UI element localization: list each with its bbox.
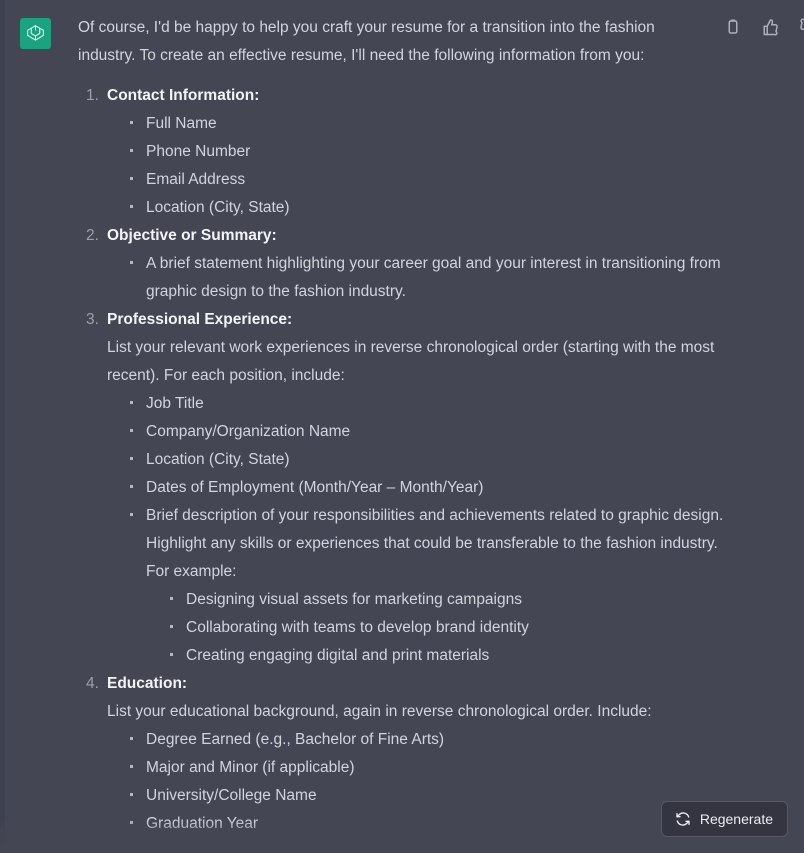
list-item: Location (City, State) bbox=[128, 446, 734, 474]
list-item: Email Address bbox=[128, 166, 734, 194]
bullet-text: Designing visual assets for marketing ca… bbox=[186, 591, 522, 608]
list-item: Graduation Year bbox=[128, 810, 734, 838]
list-item: Phone Number bbox=[128, 138, 734, 166]
message-content: Of course, I'd be happy to help you craf… bbox=[51, 14, 804, 838]
list-item: Designing visual assets for marketing ca… bbox=[168, 586, 734, 614]
list-item: Major and Minor (if applicable) bbox=[128, 754, 734, 782]
section-bullets: Degree Earned (e.g., Bachelor of Fine Ar… bbox=[107, 726, 734, 838]
copy-icon[interactable] bbox=[724, 18, 742, 36]
list-item: A brief statement highlighting your care… bbox=[128, 250, 734, 306]
section-title: Contact Information: bbox=[107, 87, 260, 104]
bullet-text: Location (City, State) bbox=[146, 451, 290, 468]
left-edge-gutter bbox=[0, 0, 5, 853]
section-bullets: Full Name Phone Number Email Address Loc… bbox=[107, 110, 734, 222]
section-intro: List your relevant work experiences in r… bbox=[107, 339, 715, 384]
section-title: Objective or Summary: bbox=[107, 227, 277, 244]
regenerate-label: Regenerate bbox=[699, 811, 773, 827]
list-item: Brief description of your responsibiliti… bbox=[128, 502, 734, 670]
section-bullets: Job Title Company/Organization Name Loca… bbox=[107, 390, 734, 670]
list-item: Contact Information: Full Name Phone Num… bbox=[78, 82, 734, 222]
list-item: Objective or Summary: A brief statement … bbox=[78, 222, 734, 306]
bullet-text: Brief description of your responsibiliti… bbox=[146, 507, 724, 580]
list-item: Full Name bbox=[128, 110, 734, 138]
list-item: Degree Earned (e.g., Bachelor of Fine Ar… bbox=[128, 726, 734, 754]
bullet-text: Major and Minor (if applicable) bbox=[146, 759, 355, 776]
bullet-text: Phone Number bbox=[146, 143, 251, 160]
thumbs-up-icon[interactable] bbox=[762, 18, 780, 36]
list-item: Collaborating with teams to develop bran… bbox=[168, 614, 734, 642]
list-item: Education: List your educational backgro… bbox=[78, 670, 734, 838]
list-item: Professional Experience: List your relev… bbox=[78, 306, 734, 670]
regenerate-button[interactable]: Regenerate bbox=[660, 801, 788, 837]
list-item: Job Title bbox=[128, 390, 734, 418]
assistant-avatar bbox=[20, 18, 51, 49]
bullet-text: Dates of Employment (Month/Year – Month/… bbox=[146, 479, 484, 496]
message-intro-paragraph: Of course, I'd be happy to help you craf… bbox=[78, 19, 655, 64]
bullet-text: University/College Name bbox=[146, 787, 317, 804]
bullet-text: Degree Earned (e.g., Bachelor of Fine Ar… bbox=[146, 731, 445, 748]
refresh-icon bbox=[675, 811, 691, 827]
bullet-text: Creating engaging digital and print mate… bbox=[186, 647, 490, 664]
section-title: Professional Experience: bbox=[107, 311, 293, 328]
section-intro: List your educational background, again … bbox=[107, 703, 652, 720]
section-sub-bullets: Designing visual assets for marketing ca… bbox=[146, 586, 734, 670]
bullet-text: Collaborating with teams to develop bran… bbox=[186, 619, 529, 636]
section-title: Education: bbox=[107, 675, 188, 692]
list-item: University/College Name bbox=[128, 782, 734, 810]
bullet-text: Job Title bbox=[146, 395, 204, 412]
openai-logo-icon bbox=[25, 23, 46, 44]
list-item: Dates of Employment (Month/Year – Month/… bbox=[128, 474, 734, 502]
bullet-text: Location (City, State) bbox=[146, 199, 290, 216]
list-item: Company/Organization Name bbox=[128, 418, 734, 446]
section-bullets: A brief statement highlighting your care… bbox=[107, 250, 734, 306]
thumbs-down-icon[interactable] bbox=[798, 18, 804, 36]
bullet-text: A brief statement highlighting your care… bbox=[146, 255, 721, 300]
message-actions bbox=[724, 18, 804, 36]
bullet-text: Company/Organization Name bbox=[146, 423, 351, 440]
list-item: Creating engaging digital and print mate… bbox=[168, 642, 734, 670]
assistant-message: Of course, I'd be happy to help you craf… bbox=[0, 0, 804, 853]
list-item: Location (City, State) bbox=[128, 194, 734, 222]
bullet-text: Graduation Year bbox=[146, 815, 259, 832]
requirements-list: Contact Information: Full Name Phone Num… bbox=[78, 82, 734, 838]
bullet-text: Email Address bbox=[146, 171, 246, 188]
bullet-text: Full Name bbox=[146, 115, 217, 132]
